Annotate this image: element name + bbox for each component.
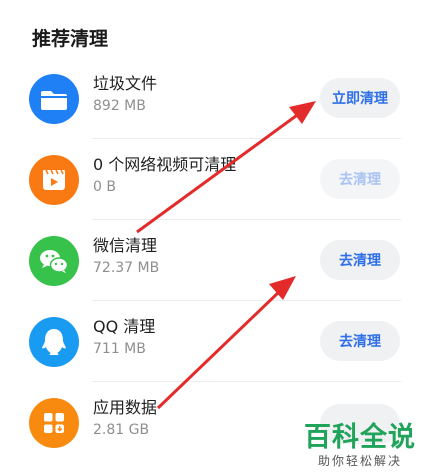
watermark-sub: 助你轻松解决 <box>317 454 402 468</box>
clean-now-button[interactable]: 立即清理 <box>320 78 400 118</box>
item-name: QQ 清理 <box>93 317 156 336</box>
list-item[interactable]: 微信清理 72.37 MB 去清理 <box>0 220 429 301</box>
item-name: 应用数据 <box>93 398 158 417</box>
item-name: 垃圾文件 <box>93 74 158 93</box>
item-size: 711 MB <box>93 341 146 357</box>
clean-wechat-button[interactable]: 去清理 <box>320 240 400 280</box>
item-name: 0 个网络视频可清理 <box>93 155 237 174</box>
video-icon <box>29 155 79 205</box>
folder-icon <box>29 74 79 124</box>
list-item[interactable]: 0 个网络视频可清理 0 B 去清理 <box>0 139 429 220</box>
item-size: 72.37 MB <box>93 260 160 276</box>
qq-icon <box>29 317 79 367</box>
watermark-main: 百科全说 <box>304 422 416 453</box>
clean-qq-button[interactable]: 去清理 <box>320 321 400 361</box>
list-item[interactable]: QQ 清理 711 MB 去清理 <box>0 301 429 382</box>
item-size: 2.81 GB <box>93 422 150 438</box>
item-name: 微信清理 <box>93 236 158 255</box>
list-item[interactable]: 垃圾文件 892 MB 立即清理 <box>0 58 429 139</box>
clean-video-button[interactable]: 去清理 <box>320 159 400 199</box>
wechat-icon <box>29 236 79 286</box>
section-title: 推荐清理 <box>32 28 109 50</box>
item-size: 0 B <box>93 179 116 195</box>
apps-icon <box>29 398 79 448</box>
watermark: 百科全说 助你轻松解决 <box>300 415 420 469</box>
item-size: 892 MB <box>93 98 146 114</box>
